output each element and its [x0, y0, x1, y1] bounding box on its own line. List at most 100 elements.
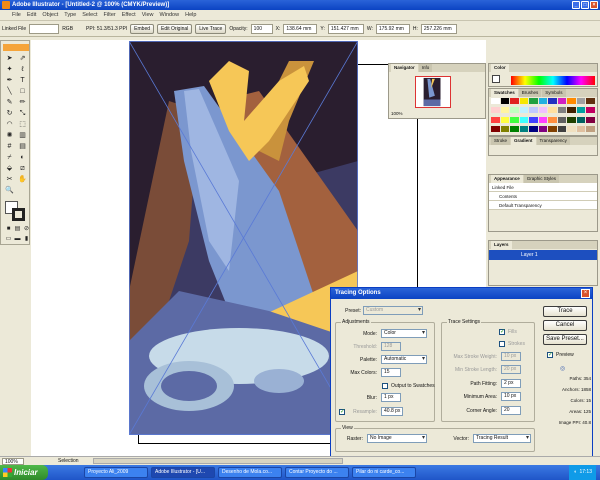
max-stroke-weight-field[interactable]: 10 px — [501, 352, 521, 361]
preset-dropdown[interactable]: Custom — [363, 306, 423, 315]
paintbrush-tool-icon[interactable]: ✎ — [4, 98, 15, 107]
swatch[interactable] — [510, 107, 519, 114]
clock[interactable]: 17:13 — [579, 465, 592, 480]
direct-selection-tool-icon[interactable]: ⇗ — [17, 54, 28, 63]
tab-stroke[interactable]: Stroke — [491, 137, 511, 145]
swatch[interactable] — [586, 98, 595, 104]
tab-navigator[interactable]: Navigator — [391, 64, 418, 72]
swatch[interactable] — [538, 107, 548, 114]
edit-original-button[interactable]: Edit Original — [157, 23, 193, 34]
menu-item-filter[interactable]: Filter — [104, 12, 116, 18]
lasso-tool-icon[interactable]: ℓ — [17, 65, 28, 74]
menu-item-select[interactable]: Select — [82, 12, 97, 18]
swatch[interactable] — [500, 107, 510, 114]
menu-item-edit[interactable]: Edit — [27, 12, 36, 18]
tab-swatches[interactable]: Swatches — [491, 89, 518, 97]
rotate-tool-icon[interactable]: ↻ — [4, 109, 15, 118]
pen-tool-icon[interactable]: ✒ — [4, 76, 15, 85]
swatch[interactable] — [586, 107, 595, 114]
tab-transparency[interactable]: Transparency — [536, 137, 570, 145]
graph-tool-icon[interactable]: ▥ — [17, 131, 28, 140]
swatch[interactable] — [500, 125, 510, 132]
color-fill-swatch[interactable] — [492, 75, 500, 83]
swatch[interactable] — [510, 98, 519, 104]
swatch[interactable] — [567, 98, 576, 104]
swatch[interactable] — [548, 116, 557, 123]
filename-field[interactable] — [29, 23, 60, 34]
appearance-row-transparency[interactable]: Default Transparency — [489, 201, 597, 210]
layer-row[interactable]: Layer 1 — [489, 250, 597, 260]
tab-symbols[interactable]: Symbols — [542, 89, 566, 97]
swatch[interactable] — [548, 98, 557, 104]
preview-checkbox[interactable]: ✓ — [547, 352, 553, 358]
hand-tool-icon[interactable]: ✋ — [17, 175, 28, 184]
swatch[interactable] — [586, 116, 595, 123]
swatch[interactable] — [538, 116, 548, 123]
warp-tool-icon[interactable]: ◠ — [4, 120, 15, 129]
fills-checkbox[interactable]: ✓ — [499, 329, 505, 335]
output-swatches-checkbox[interactable] — [382, 383, 388, 389]
appearance-row-linked-file[interactable]: Linked File — [489, 183, 597, 192]
swatch[interactable] — [510, 125, 519, 132]
selection-tool-icon[interactable]: ➤ — [4, 54, 15, 63]
min-stroke-length-field[interactable]: 20 px — [501, 365, 521, 374]
mesh-tool-icon[interactable]: # — [4, 142, 15, 151]
slice-tool-icon[interactable]: ⧄ — [17, 164, 28, 173]
swatch[interactable] — [548, 125, 557, 132]
tab-color[interactable]: Color — [491, 64, 509, 72]
trace-button[interactable]: Trace — [543, 306, 587, 317]
taskbar-item-desenho[interactable]: Desenho de Mola.co... — [218, 467, 282, 478]
taskbar-item-folder[interactable]: Proyecto Ali_2009 — [84, 467, 148, 478]
tab-graphic-styles[interactable]: Graphic Styles — [523, 175, 560, 183]
swatch[interactable] — [548, 107, 557, 114]
swatch[interactable] — [567, 125, 576, 132]
rectangle-tool-icon[interactable]: □ — [17, 87, 28, 96]
type-tool-icon[interactable]: T — [17, 76, 28, 85]
pencil-tool-icon[interactable]: ✏ — [17, 98, 28, 107]
menu-item-effect[interactable]: Effect — [122, 12, 136, 18]
swatch[interactable] — [538, 98, 548, 104]
zoom-tool-icon[interactable]: 🔍 — [4, 186, 15, 195]
threshold-field[interactable]: 128 — [381, 342, 401, 351]
y-field[interactable]: 151.427 mm — [327, 23, 364, 34]
swatch[interactable] — [529, 116, 538, 123]
traced-artwork[interactable] — [129, 41, 358, 435]
blend-tool-icon[interactable]: ◐ — [17, 153, 28, 162]
swatch[interactable] — [519, 116, 529, 123]
eyedropper-tool-icon[interactable]: ⌿ — [4, 153, 15, 162]
path-fitting-field[interactable]: 2 px — [501, 379, 521, 388]
swatch[interactable] — [538, 125, 548, 132]
swatch[interactable] — [576, 125, 586, 132]
swatch[interactable] — [519, 98, 529, 104]
swatch[interactable] — [529, 125, 538, 132]
menu-item-object[interactable]: Object — [42, 12, 58, 18]
minimize-button[interactable]: _ — [572, 1, 580, 9]
appearance-row-contents[interactable]: Contents — [489, 192, 597, 201]
x-field[interactable]: 138.64 mm — [283, 23, 318, 34]
swatch[interactable] — [491, 125, 500, 132]
tab-appearance[interactable]: Appearance — [491, 175, 523, 183]
swatch[interactable] — [491, 98, 500, 104]
taskbar-item-contar[interactable]: Contar Proyecto do ... — [285, 467, 349, 478]
color-spectrum[interactable] — [511, 76, 595, 85]
minimum-area-field[interactable]: 10 px — [501, 392, 521, 401]
tab-layers[interactable]: Layers — [491, 241, 512, 249]
scale-tool-icon[interactable]: ⤡ — [17, 109, 28, 118]
menu-item-view[interactable]: View — [142, 12, 154, 18]
taskbar-item-illustrator[interactable]: Adobe Illustrator - [U... — [151, 467, 215, 478]
swatch[interactable] — [519, 107, 529, 114]
maximize-button[interactable]: □ — [581, 1, 589, 9]
embed-button[interactable]: Embed — [130, 23, 155, 34]
free-transform-tool-icon[interactable]: ⬚ — [17, 120, 28, 129]
linked-file-label[interactable]: Linked File — [2, 26, 26, 32]
swatch[interactable] — [576, 107, 586, 114]
menu-item-file[interactable]: File — [12, 12, 21, 18]
swatch[interactable] — [500, 116, 510, 123]
swatch[interactable] — [500, 98, 510, 104]
swatch[interactable] — [567, 116, 576, 123]
blur-field[interactable]: 1 px — [381, 393, 401, 402]
menu-item-window[interactable]: Window — [160, 12, 180, 18]
volume-icon[interactable]: ◖ — [573, 465, 576, 480]
taskbar-item-pilar[interactable]: Pilar do ni carde_co... — [352, 467, 416, 478]
swatch[interactable] — [510, 116, 519, 123]
